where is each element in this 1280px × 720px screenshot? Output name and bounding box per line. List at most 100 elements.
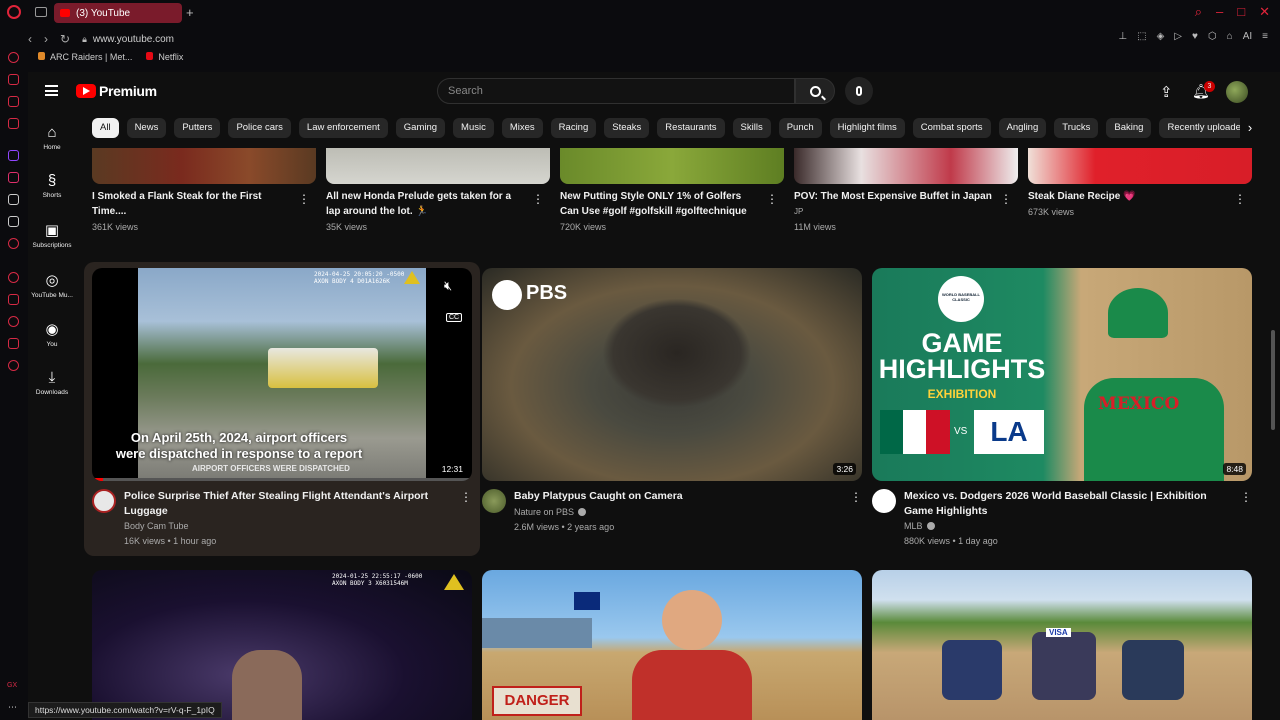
guide-item-subscriptions[interactable]: ▣ Subscriptions — [28, 221, 76, 249]
video-thumbnail[interactable] — [794, 148, 1018, 184]
guide-item-youtube-music[interactable]: ◎ YouTube Mu... — [28, 271, 76, 299]
guide-item-downloads[interactable]: ⤓ Downloads — [28, 369, 76, 396]
video-channel[interactable]: MLB — [904, 521, 935, 531]
player-icon[interactable] — [8, 272, 19, 283]
guide-item-shorts[interactable]: § Shorts — [28, 172, 76, 199]
heart-icon[interactable]: ♥ — [1192, 31, 1198, 42]
minimize-icon[interactable]: – — [1216, 4, 1223, 20]
mail-icon[interactable] — [8, 118, 19, 129]
video-thumbnail[interactable]: VISA — [872, 570, 1252, 720]
more-vert-icon[interactable]: ⋮ — [850, 491, 862, 503]
guide-menu-icon[interactable] — [45, 85, 58, 96]
chip-trucks[interactable]: Trucks — [1054, 118, 1099, 138]
more-vert-icon[interactable]: ⋮ — [460, 491, 472, 503]
search-input[interactable]: Search — [437, 78, 795, 104]
chip-skills[interactable]: Skills — [732, 118, 771, 138]
video-thumbnail[interactable]: PBS 3:26 — [482, 268, 862, 481]
history-icon[interactable] — [8, 316, 19, 327]
avatar[interactable] — [1226, 81, 1248, 103]
cube-icon[interactable] — [8, 294, 19, 305]
video-title[interactable]: POV: The Most Expensive Buffet in Japan — [794, 190, 994, 205]
voice-search-button[interactable] — [845, 77, 873, 105]
back-icon[interactable]: ‹ — [28, 32, 32, 46]
x-icon[interactable] — [8, 216, 19, 227]
more-vert-icon[interactable]: ⋮ — [1240, 491, 1252, 503]
chip-racing[interactable]: Racing — [550, 118, 597, 138]
more-icon[interactable]: ⋯ — [8, 702, 17, 713]
video-title[interactable]: Police Surprise Thief After Stealing Fli… — [124, 489, 444, 518]
video-thumbnail[interactable] — [92, 148, 316, 184]
page-scrollbar[interactable] — [1271, 330, 1275, 430]
chip-law-enforcement[interactable]: Law enforcement — [298, 118, 388, 138]
chip-angling[interactable]: Angling — [998, 118, 1047, 138]
play-icon[interactable]: ▷ — [1174, 31, 1182, 42]
reload-icon[interactable]: ↻ — [60, 32, 70, 46]
instagram-icon[interactable] — [8, 172, 19, 183]
twitch-icon[interactable] — [8, 150, 19, 161]
video-thumbnail[interactable] — [560, 148, 784, 184]
forward-icon[interactable]: › — [44, 32, 48, 46]
maximize-icon[interactable]: □ — [1237, 4, 1245, 20]
tiktok-icon[interactable] — [8, 194, 19, 205]
chip-music[interactable]: Music — [453, 118, 494, 138]
chip-baking[interactable]: Baking — [1106, 118, 1152, 138]
video-thumbnail[interactable]: WORLD BASEBALL CLASSIC GAME HIGHLIGHTS EXH… — [872, 268, 1252, 481]
music-player-icon[interactable] — [8, 238, 19, 249]
upload-icon[interactable]: ⇪ — [1160, 83, 1173, 101]
video-channel[interactable]: Nature on PBS — [514, 507, 587, 517]
extensions-side-icon[interactable] — [8, 338, 19, 349]
video-title[interactable]: New Putting Style ONLY 1% of Golfers Can… — [560, 190, 760, 219]
chip-putters[interactable]: Putters — [174, 118, 221, 138]
new-tab-icon[interactable]: + — [186, 5, 194, 20]
pin-icon[interactable]: ⊥ — [1118, 31, 1127, 42]
aria-icon[interactable] — [8, 74, 19, 85]
chip-all[interactable]: All — [92, 118, 119, 138]
wallet-icon[interactable]: ⌂ — [1227, 31, 1233, 42]
chip-highlight-films[interactable]: Highlight films — [829, 118, 905, 138]
video-thumbnail[interactable]: DANGER — [482, 570, 862, 720]
chip-mixes[interactable]: Mixes — [501, 118, 543, 138]
search-tabs-icon[interactable]: ⌕ — [1195, 4, 1202, 20]
settings-icon[interactable] — [8, 360, 19, 371]
video-title[interactable]: Steak Diane Recipe 💗 — [1028, 190, 1228, 205]
gx-label[interactable]: GX — [7, 682, 17, 689]
video-title[interactable]: All new Honda Prelude gets taken for a l… — [326, 190, 526, 219]
video-title[interactable]: Mexico vs. Dodgers 2026 World Baseball C… — [904, 489, 1224, 518]
guide-item-home[interactable]: ⌂ Home — [28, 124, 76, 151]
menu-lines-icon[interactable]: ≡ — [1262, 31, 1268, 42]
more-vert-icon[interactable]: ⋮ — [532, 193, 544, 205]
guide-item-you[interactable]: ◉ You — [28, 320, 76, 348]
video-thumbnail[interactable]: 2024-01-25 22:55:17 -0600 AXON BODY 3 X60… — [92, 570, 472, 720]
more-vert-icon[interactable]: ⋮ — [1234, 193, 1246, 205]
extensions-icon[interactable]: ⬡ — [1208, 31, 1217, 42]
bookmark-netflix[interactable]: Netflix — [146, 52, 183, 62]
video-channel[interactable]: JP — [794, 207, 803, 216]
more-vert-icon[interactable]: ⋮ — [766, 193, 778, 205]
more-vert-icon[interactable]: ⋮ — [298, 193, 310, 205]
chip-steaks[interactable]: Steaks — [604, 118, 650, 138]
chip-police-cars[interactable]: Police cars — [228, 118, 291, 138]
chip-gaming[interactable]: Gaming — [395, 118, 446, 138]
browser-tab-youtube[interactable]: (3) YouTube — [54, 3, 182, 23]
opera-logo-icon[interactable] — [7, 5, 21, 19]
progress-track[interactable] — [92, 478, 472, 481]
video-title[interactable]: I Smoked a Flank Steak for the First Tim… — [92, 190, 292, 219]
mute-icon[interactable]: 🔇︎ — [444, 278, 452, 294]
tab-switcher-icon[interactable] — [35, 7, 47, 17]
bookmark-arc-raiders[interactable]: ARC Raiders | Met... — [38, 52, 132, 62]
messenger-icon[interactable] — [8, 96, 19, 107]
video-channel[interactable]: Body Cam Tube — [124, 521, 189, 531]
video-preview-player[interactable]: 2024-04-25 20:05:20 -0500 AXON BODY 4 D01… — [92, 268, 472, 481]
video-thumbnail[interactable] — [326, 148, 550, 184]
channel-avatar[interactable] — [872, 489, 896, 513]
chevron-right-icon[interactable]: › — [1240, 118, 1260, 138]
chip-restaurants[interactable]: Restaurants — [657, 118, 725, 138]
video-thumbnail[interactable] — [1028, 148, 1252, 184]
video-title[interactable]: Baby Platypus Caught on Camera — [514, 489, 834, 504]
search-button[interactable] — [795, 78, 835, 104]
chip-news[interactable]: News — [126, 118, 167, 138]
cc-button[interactable]: CC — [446, 313, 463, 322]
speed-dial-icon[interactable] — [8, 52, 19, 63]
youtube-logo[interactable]: Premium — [76, 83, 157, 99]
channel-avatar[interactable] — [482, 489, 506, 513]
